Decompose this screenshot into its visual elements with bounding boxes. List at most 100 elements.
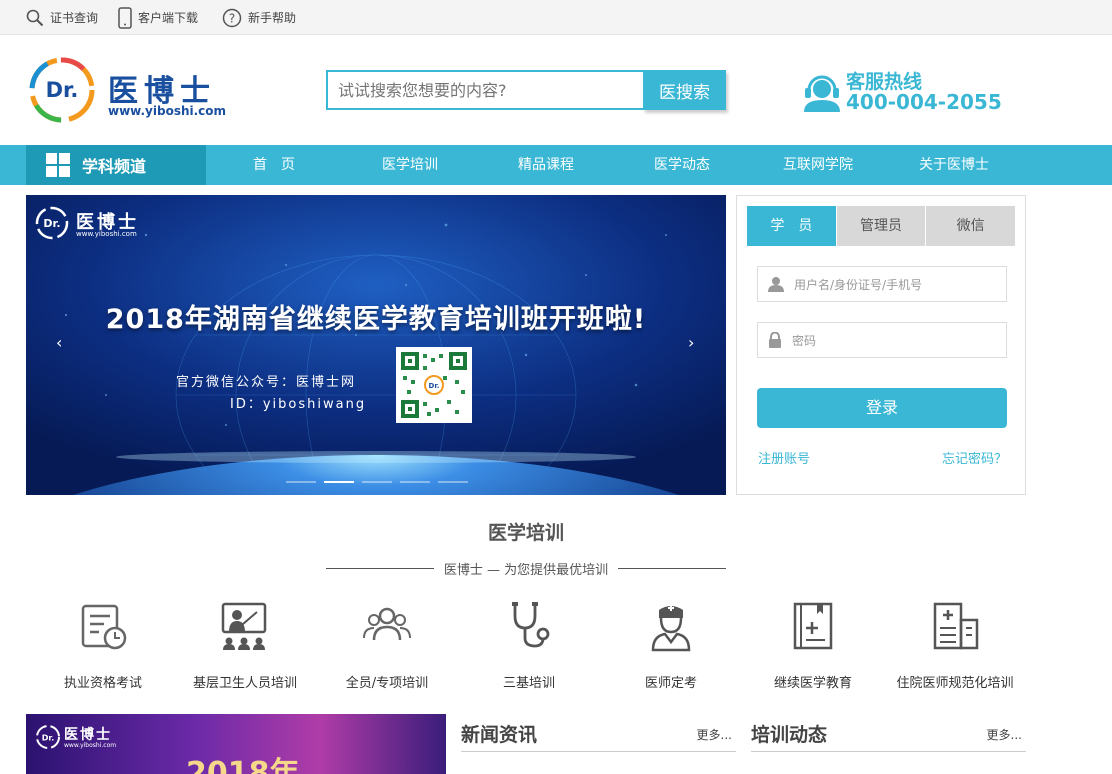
site-logo[interactable]: Dr. 医博士 www.yiboshi.com bbox=[26, 53, 236, 128]
news-header: 新闻资讯 更多... bbox=[461, 718, 736, 752]
username-field[interactable]: 用户名/身份证号/手机号 bbox=[757, 266, 1007, 302]
qr-code-icon: Dr. bbox=[396, 347, 472, 423]
login-tabs: 学 员 管理员 微信 bbox=[747, 206, 1016, 246]
service-all-staff-label: 全员/专项培训 bbox=[345, 676, 429, 691]
carousel-dot[interactable] bbox=[362, 481, 392, 483]
hotline: 客服热线 400-004-2055 bbox=[802, 67, 1002, 117]
qr-logo-text: Dr. bbox=[429, 382, 440, 390]
hospital-icon bbox=[933, 602, 979, 650]
banner-logo-mark-text: Dr. bbox=[43, 217, 60, 230]
header: Dr. 医博士 www.yiboshi.com 医搜索 客服热线 400-004… bbox=[0, 35, 1112, 145]
service-continuing-education[interactable]: 继续医学教育 bbox=[743, 600, 883, 691]
help-link[interactable]: ? 新手帮助 bbox=[222, 0, 296, 35]
dynamics-more-link[interactable]: 更多... bbox=[987, 726, 1022, 743]
carousel-prev-button[interactable]: ‹ bbox=[56, 333, 62, 352]
training-section-subtitle: 医博士 — 为您提供最优培训 bbox=[326, 559, 727, 578]
lecture-icon bbox=[221, 602, 267, 650]
divider bbox=[618, 567, 727, 569]
dynamics-title: 培训动态 bbox=[751, 724, 828, 746]
nav-item-home[interactable]: 首 页 bbox=[214, 145, 334, 185]
doctor-icon bbox=[651, 605, 691, 652]
login-button[interactable]: 登录 bbox=[757, 388, 1007, 428]
banner-logo: Dr. 医博士 www.yiboshi.com bbox=[34, 205, 154, 241]
logo-url: www.yiboshi.com bbox=[108, 104, 227, 118]
promo-logo-url: www.yiboshi.com bbox=[64, 742, 117, 749]
grid-icon bbox=[46, 153, 70, 177]
service-resident-training[interactable]: 住院医师规范化培训 bbox=[885, 600, 1025, 691]
client-download-label: 客户端下载 bbox=[138, 11, 199, 25]
carousel-dot[interactable] bbox=[286, 481, 316, 483]
service-grassroots[interactable]: 基层卫生人员培训 bbox=[175, 600, 315, 691]
logo-mark-text: Dr. bbox=[46, 78, 79, 102]
nav-item-medical-news[interactable]: 医学动态 bbox=[622, 145, 742, 185]
dynamics-header: 培训动态 更多... bbox=[751, 718, 1026, 752]
login-panel: 学 员 管理员 微信 用户名/身份证号/手机号 密码 登录 注册账号 忘记密码？ bbox=[736, 195, 1026, 495]
main-nav: 学科频道 首 页 医学培训 精品课程 医学动态 互联网学院 关于医博士 bbox=[0, 145, 1112, 185]
username-placeholder: 用户名/身份证号/手机号 bbox=[794, 277, 923, 292]
help-label: 新手帮助 bbox=[248, 11, 297, 25]
search-button[interactable]: 医搜索 bbox=[643, 70, 726, 110]
hotline-number: 400-004-2055 bbox=[846, 90, 1002, 114]
logo-mark-icon: Dr. bbox=[29, 57, 95, 123]
register-link[interactable]: 注册账号 bbox=[758, 448, 810, 467]
divider bbox=[326, 567, 434, 569]
category-menu-label: 学科频道 bbox=[82, 157, 147, 176]
carousel-next-button[interactable]: › bbox=[688, 333, 694, 352]
service-three-basics-label: 三基培训 bbox=[502, 676, 555, 691]
training-section-title: 医学培训 bbox=[487, 522, 564, 544]
banner-logo-url: www.yiboshi.com bbox=[76, 230, 137, 238]
banner-wechat-text: 官方微信公众号：医博士网 bbox=[176, 375, 357, 390]
password-placeholder: 密码 bbox=[792, 333, 817, 348]
carousel-dot[interactable] bbox=[400, 481, 430, 483]
banner-wechat-id: ID：yiboshiwang bbox=[230, 397, 367, 412]
cert-query-link[interactable]: 证书查询 bbox=[26, 0, 98, 35]
service-exam-label: 执业资格考试 bbox=[63, 676, 142, 691]
category-menu-button[interactable]: 学科频道 bbox=[26, 145, 206, 185]
password-field[interactable]: 密码 bbox=[757, 322, 1007, 358]
group-icon bbox=[363, 607, 411, 641]
promo-banner[interactable]: Dr. 医博士 www.yiboshi.com 2018年 bbox=[26, 714, 446, 774]
exam-calendar-icon bbox=[81, 604, 127, 650]
client-download-link[interactable]: 客户端下载 bbox=[118, 0, 198, 35]
service-three-basics[interactable]: 三基培训 bbox=[459, 600, 599, 691]
search-input[interactable] bbox=[326, 70, 644, 110]
promo-year: 2018年 bbox=[186, 756, 300, 774]
banner-carousel[interactable]: Dr. 医博士 www.yiboshi.com 2018年湖南省继续医学教育培训… bbox=[26, 195, 726, 495]
tab-student[interactable]: 学 员 bbox=[747, 206, 836, 246]
nav-item-about[interactable]: 关于医博士 bbox=[894, 145, 1014, 185]
nav-item-internet-college[interactable]: 互联网学院 bbox=[758, 145, 878, 185]
promo-logo-mark-icon: Dr. bbox=[36, 725, 60, 749]
service-continuing-education-label: 继续医学教育 bbox=[773, 676, 852, 691]
banner-title: 2018年湖南省继续医学教育培训班开班啦! bbox=[105, 304, 647, 335]
service-physician-exam-label: 医师定考 bbox=[644, 676, 697, 691]
nav-item-medical-training[interactable]: 医学培训 bbox=[350, 145, 470, 185]
svg-text:?: ? bbox=[229, 11, 235, 25]
customer-service-icon bbox=[804, 75, 840, 112]
search-icon bbox=[26, 9, 44, 26]
carousel-dot-active[interactable] bbox=[324, 481, 354, 483]
news-more-link[interactable]: 更多... bbox=[697, 726, 732, 743]
service-physician-exam[interactable]: 医师定考 bbox=[601, 600, 741, 691]
tab-wechat[interactable]: 微信 bbox=[926, 206, 1016, 246]
banner-logo-mark-icon: Dr. bbox=[35, 206, 69, 240]
promo-logo-mark-text: Dr. bbox=[42, 734, 54, 743]
forgot-password-link[interactable]: 忘记密码？ bbox=[942, 448, 1007, 467]
news-title: 新闻资讯 bbox=[461, 724, 538, 746]
service-all-staff[interactable]: 全员/专项培训 bbox=[317, 600, 457, 691]
nav-item-courses[interactable]: 精品课程 bbox=[486, 145, 606, 185]
lock-icon bbox=[769, 332, 781, 348]
training-subtitle-text: 医博士 — 为您提供最优培训 bbox=[443, 562, 609, 578]
service-grassroots-label: 基层卫生人员培训 bbox=[192, 676, 297, 691]
stethoscope-icon bbox=[512, 602, 550, 648]
promo-logo-name: 医博士 bbox=[64, 727, 112, 743]
user-icon bbox=[768, 277, 784, 292]
service-resident-training-label: 住院医师规范化培训 bbox=[896, 676, 1014, 691]
tab-admin[interactable]: 管理员 bbox=[836, 206, 926, 246]
medical-book-icon bbox=[793, 602, 833, 650]
cert-query-label: 证书查询 bbox=[50, 11, 99, 25]
top-bar: 证书查询 客户端下载 ? 新手帮助 bbox=[0, 0, 1112, 35]
phone-icon bbox=[118, 6, 132, 29]
carousel-dot[interactable] bbox=[438, 481, 468, 483]
help-icon: ? bbox=[222, 8, 242, 27]
service-exam[interactable]: 执业资格考试 bbox=[33, 600, 173, 691]
